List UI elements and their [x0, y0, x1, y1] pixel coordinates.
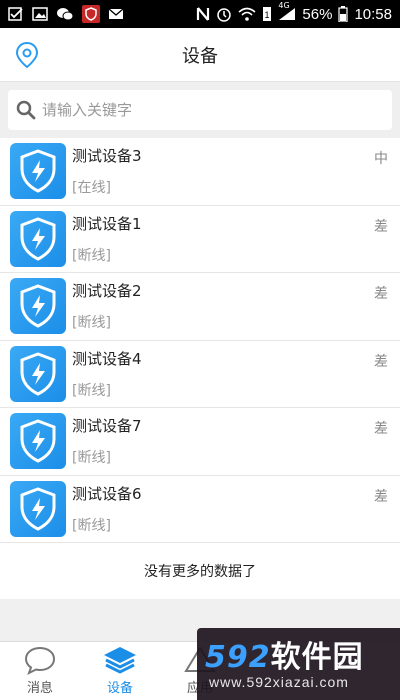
status-bar: 1 4G 56% 10:58	[0, 0, 400, 28]
device-text: 测试设备6 [断线]	[72, 481, 400, 537]
device-signal-quality: 差	[374, 421, 388, 437]
device-icon	[10, 278, 66, 335]
device-name: 测试设备4	[72, 349, 142, 368]
clock: 10:58	[354, 5, 392, 23]
svg-text:1: 1	[265, 10, 270, 20]
nav-item-devices[interactable]: 设备	[80, 642, 160, 700]
battery-icon	[338, 6, 349, 22]
cell-signal: 4G	[278, 1, 296, 21]
battery-percent: 56%	[302, 5, 333, 23]
nav-label: 设备	[106, 681, 133, 696]
nav-item-messages[interactable]: 消息	[0, 642, 80, 700]
device-status: [在线]	[72, 180, 111, 197]
location-pin-icon[interactable]	[14, 41, 40, 69]
nav-label: 消息	[26, 681, 53, 696]
device-signal-quality: 差	[374, 488, 388, 505]
device-signal-quality: 差	[374, 353, 388, 370]
device-name: 测试设备6	[72, 484, 142, 503]
network-type: 4G	[278, 1, 290, 10]
device-name: 测试设备1	[72, 214, 142, 233]
device-status: [断线]	[72, 382, 111, 399]
search-bar	[0, 82, 400, 138]
status-bar-notifications	[8, 5, 196, 23]
device-icon	[10, 345, 66, 402]
search-icon	[16, 100, 36, 120]
device-text: 测试设备2 [断线]	[72, 278, 400, 334]
wechat-icon	[57, 8, 74, 21]
layers-icon	[104, 647, 136, 674]
page-title: 设备	[182, 45, 218, 67]
device-list: 测试设备3 [在线] 中 测试设备1 [断线] 差 测试设备2 [断线] 差 测…	[0, 138, 400, 599]
shield-bolt-icon	[20, 217, 56, 261]
watermark-url: www.592xiazai.com	[209, 674, 349, 690]
device-row[interactable]: 测试设备6 [断线] 差	[0, 476, 400, 543]
sim-icon: 1	[263, 7, 272, 21]
device-icon	[10, 210, 66, 267]
device-name: 测试设备7	[72, 417, 142, 436]
wifi-icon	[238, 7, 256, 21]
device-text: 测试设备4 [断线]	[72, 346, 400, 402]
status-bar-system: 1 4G 56% 10:58	[196, 1, 392, 23]
device-row[interactable]: 测试设备3 [在线] 中	[0, 138, 400, 206]
watermark-logo-number: 592	[205, 640, 271, 675]
device-signal-quality: 差	[374, 218, 388, 235]
shield-bolt-icon	[20, 149, 56, 193]
top-header: 设备	[0, 28, 400, 82]
device-row[interactable]: 测试设备2 [断线] 差	[0, 273, 400, 341]
watermark-logo: 592软件园	[205, 632, 364, 676]
device-name: 测试设备2	[72, 282, 142, 301]
device-signal-quality: 差	[374, 286, 388, 302]
list-end-message: 没有更多的数据了	[0, 543, 400, 599]
image-icon	[32, 7, 48, 21]
device-signal-quality: 中	[374, 151, 388, 167]
device-text: 测试设备7 [断线]	[72, 413, 400, 469]
shield-bolt-icon	[20, 419, 56, 463]
device-text: 测试设备1 [断线]	[72, 211, 400, 267]
device-row[interactable]: 测试设备7 [断线] 差	[0, 408, 400, 476]
search-box[interactable]	[8, 90, 392, 130]
device-icon	[10, 480, 66, 537]
search-input[interactable]	[42, 101, 372, 119]
alarm-icon	[217, 8, 232, 22]
shield-bolt-icon	[20, 284, 56, 328]
mail-icon	[108, 8, 124, 19]
device-row[interactable]: 测试设备1 [断线] 差	[0, 206, 400, 273]
device-icon	[10, 413, 66, 470]
device-text: 测试设备3 [在线]	[72, 143, 400, 199]
shield-app-icon	[82, 5, 100, 23]
device-status: [断线]	[72, 450, 111, 467]
watermark: 592软件园 www.592xiazai.com	[197, 628, 400, 700]
shield-bolt-icon	[20, 352, 56, 396]
device-status: [断线]	[72, 315, 111, 332]
device-name: 测试设备3	[72, 147, 142, 166]
chat-bubble-icon	[24, 646, 56, 675]
device-row[interactable]: 测试设备4 [断线] 差	[0, 341, 400, 408]
shield-bolt-icon	[20, 487, 56, 531]
device-status: [断线]	[72, 517, 111, 534]
nfc-icon	[197, 7, 210, 21]
checklist-icon	[8, 7, 23, 21]
watermark-logo-text: 软件园	[270, 640, 364, 675]
device-status: [断线]	[72, 247, 111, 264]
device-icon	[10, 143, 66, 200]
